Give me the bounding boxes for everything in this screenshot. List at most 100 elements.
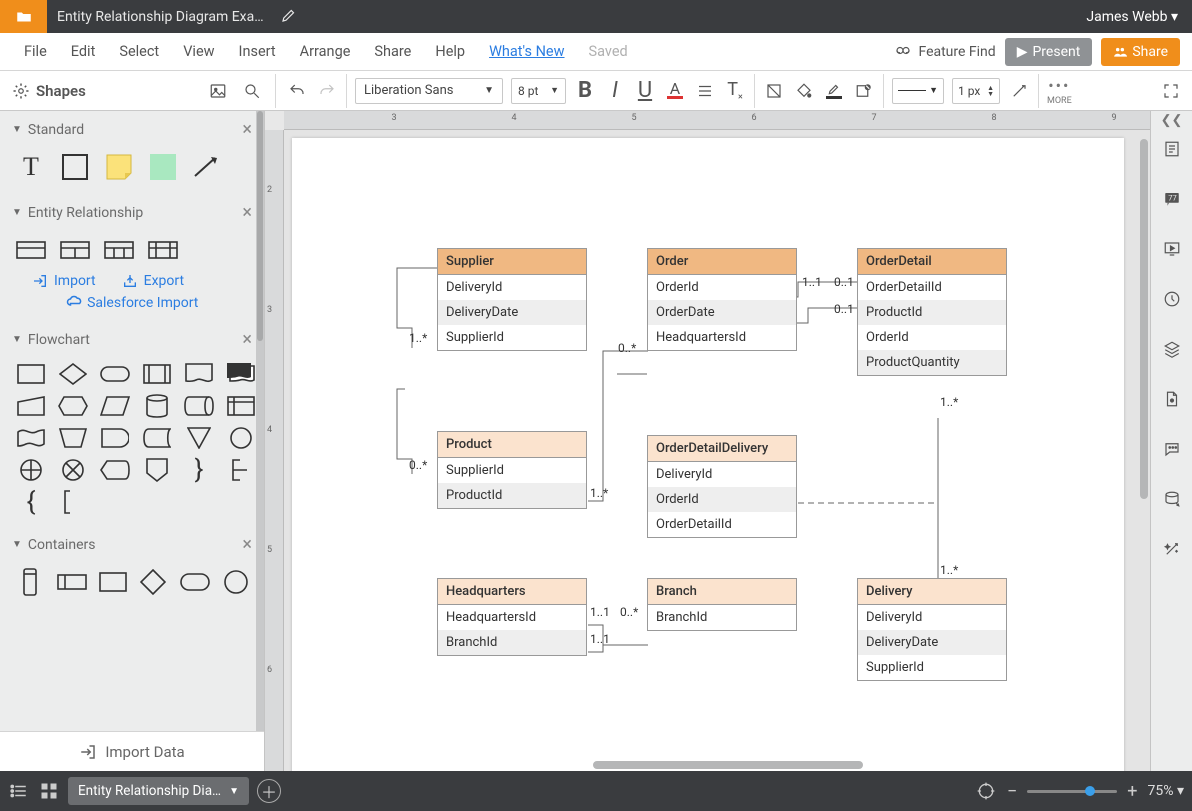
flow-display[interactable] — [100, 458, 130, 482]
present-icon[interactable] — [1161, 238, 1183, 260]
sidebar-scrollbar[interactable] — [256, 111, 264, 771]
folder-icon[interactable] — [0, 0, 47, 33]
flow-directdata[interactable] — [184, 394, 214, 418]
target-icon[interactable] — [975, 780, 997, 802]
flow-data[interactable] — [100, 394, 130, 418]
zoom-slider[interactable] — [1027, 790, 1117, 793]
bold-icon[interactable]: B — [574, 80, 596, 102]
section-flowchart-header[interactable]: ▼Flowchart× — [0, 321, 264, 358]
shapes-panel-toggle[interactable]: Shapes — [12, 82, 86, 100]
container-pill[interactable] — [16, 567, 45, 597]
hotspot-shape[interactable] — [148, 152, 178, 182]
font-size-select[interactable]: 8 pt▼ — [511, 78, 566, 104]
edit-title-icon[interactable] — [280, 6, 298, 28]
er-shape-1[interactable] — [16, 235, 46, 265]
close-icon[interactable]: × — [242, 329, 252, 350]
magic-icon[interactable] — [1161, 538, 1183, 560]
data-icon[interactable] — [1161, 488, 1183, 510]
more-button[interactable]: •••MORE — [1047, 76, 1072, 106]
comments-icon[interactable]: 77 — [1161, 188, 1183, 210]
flow-note[interactable] — [226, 458, 256, 482]
page[interactable]: Supplier DeliveryId DeliveryDate Supplie… — [292, 138, 1124, 771]
menu-file[interactable]: File — [12, 43, 59, 60]
image-icon[interactable] — [207, 80, 229, 102]
menu-insert[interactable]: Insert — [227, 43, 288, 60]
import-button[interactable]: Import — [32, 273, 96, 289]
list-view-icon[interactable] — [8, 780, 30, 802]
flow-manual-input[interactable] — [16, 394, 46, 418]
present-button[interactable]: ▶ Present — [1005, 38, 1093, 66]
entity-delivery[interactable]: Delivery DeliveryId DeliveryDate Supplie… — [857, 578, 1007, 681]
search-icon[interactable] — [241, 80, 263, 102]
flow-decision[interactable] — [58, 362, 88, 386]
menu-view[interactable]: View — [171, 43, 226, 60]
flow-internal[interactable] — [226, 394, 256, 418]
container-diamond[interactable] — [139, 567, 168, 597]
menu-select[interactable]: Select — [107, 43, 171, 60]
flow-papertape[interactable] — [16, 426, 46, 450]
entity-hq[interactable]: Headquarters HeadquartersId BranchId — [437, 578, 587, 656]
section-er-header[interactable]: ▼Entity Relationship× — [0, 194, 264, 231]
container-circle[interactable] — [222, 567, 251, 597]
document-title[interactable]: Entity Relationship Diagram Exa… — [47, 9, 274, 25]
entity-odd[interactable]: OrderDetailDelivery DeliveryId OrderId O… — [647, 435, 797, 538]
flow-process[interactable] — [16, 362, 46, 386]
salesforce-import-button[interactable]: Salesforce Import — [0, 295, 264, 321]
menu-whats-new[interactable]: What's New — [477, 43, 576, 60]
export-button[interactable]: Export — [122, 273, 184, 289]
menu-help[interactable]: Help — [423, 43, 477, 60]
template-icon[interactable] — [1161, 388, 1183, 410]
underline-icon[interactable]: U — [634, 80, 656, 102]
section-containers-header[interactable]: ▼Containers× — [0, 526, 264, 563]
share-button[interactable]: Share — [1101, 38, 1180, 66]
flow-manual-op[interactable] — [58, 426, 88, 450]
layers-icon[interactable] — [1161, 338, 1183, 360]
flow-connector[interactable] — [226, 426, 256, 450]
flow-document[interactable] — [184, 362, 214, 386]
line-shape[interactable] — [192, 152, 222, 182]
canvas-v-scrollbar[interactable] — [1140, 139, 1148, 499]
collapse-right-panel-icon[interactable]: ❮❮ — [1150, 111, 1192, 130]
flow-preparation[interactable] — [58, 394, 88, 418]
container-rect[interactable] — [57, 567, 87, 597]
container-round[interactable] — [180, 567, 210, 597]
zoom-out-button[interactable]: − — [1007, 781, 1017, 802]
entity-product[interactable]: Product SupplierId ProductId — [437, 431, 587, 509]
entity-order[interactable]: Order OrderId OrderDate HeadquartersId — [647, 248, 797, 351]
clear-format-icon[interactable]: T× — [724, 80, 746, 102]
zoom-in-button[interactable]: + — [1127, 781, 1137, 802]
flow-brace-l[interactable]: { — [16, 490, 46, 514]
italic-icon[interactable]: I — [604, 80, 626, 102]
notes-icon[interactable] — [1161, 138, 1183, 160]
flow-predefined[interactable] — [142, 362, 172, 386]
flow-multidoc[interactable] — [226, 362, 256, 386]
flow-offpage[interactable] — [142, 458, 172, 482]
text-shape[interactable]: T — [16, 152, 46, 182]
canvas-h-scrollbar[interactable] — [303, 761, 1108, 771]
shape-options-icon[interactable] — [853, 80, 875, 102]
zoom-level[interactable]: 75% ▾ — [1148, 783, 1185, 799]
flow-card[interactable] — [58, 490, 88, 514]
shape-fill-icon[interactable] — [763, 80, 785, 102]
chat-icon[interactable] — [1161, 438, 1183, 460]
feature-find[interactable]: Feature Find — [894, 43, 995, 61]
grid-view-icon[interactable] — [38, 780, 60, 802]
flow-or[interactable] — [16, 458, 46, 482]
flow-delay[interactable] — [100, 426, 130, 450]
entity-orderdetail[interactable]: OrderDetail OrderDetailId ProductId Orde… — [857, 248, 1007, 376]
er-shape-4[interactable] — [148, 235, 178, 265]
redo-icon[interactable] — [316, 80, 338, 102]
flow-terminator[interactable] — [100, 362, 130, 386]
user-menu[interactable]: James Webb ▾ — [1072, 9, 1192, 25]
menu-share[interactable]: Share — [362, 43, 423, 60]
text-color-icon[interactable]: A — [664, 80, 686, 102]
line-width-select[interactable]: 1 px▲▼ — [952, 78, 1000, 104]
border-color-icon[interactable] — [823, 80, 845, 102]
undo-icon[interactable] — [286, 80, 308, 102]
entity-branch[interactable]: Branch BranchId — [647, 578, 797, 631]
history-icon[interactable] — [1161, 288, 1183, 310]
close-icon[interactable]: × — [242, 202, 252, 223]
connector-icon[interactable] — [1008, 80, 1030, 102]
entity-supplier[interactable]: Supplier DeliveryId DeliveryDate Supplie… — [437, 248, 587, 351]
menu-arrange[interactable]: Arrange — [288, 43, 363, 60]
